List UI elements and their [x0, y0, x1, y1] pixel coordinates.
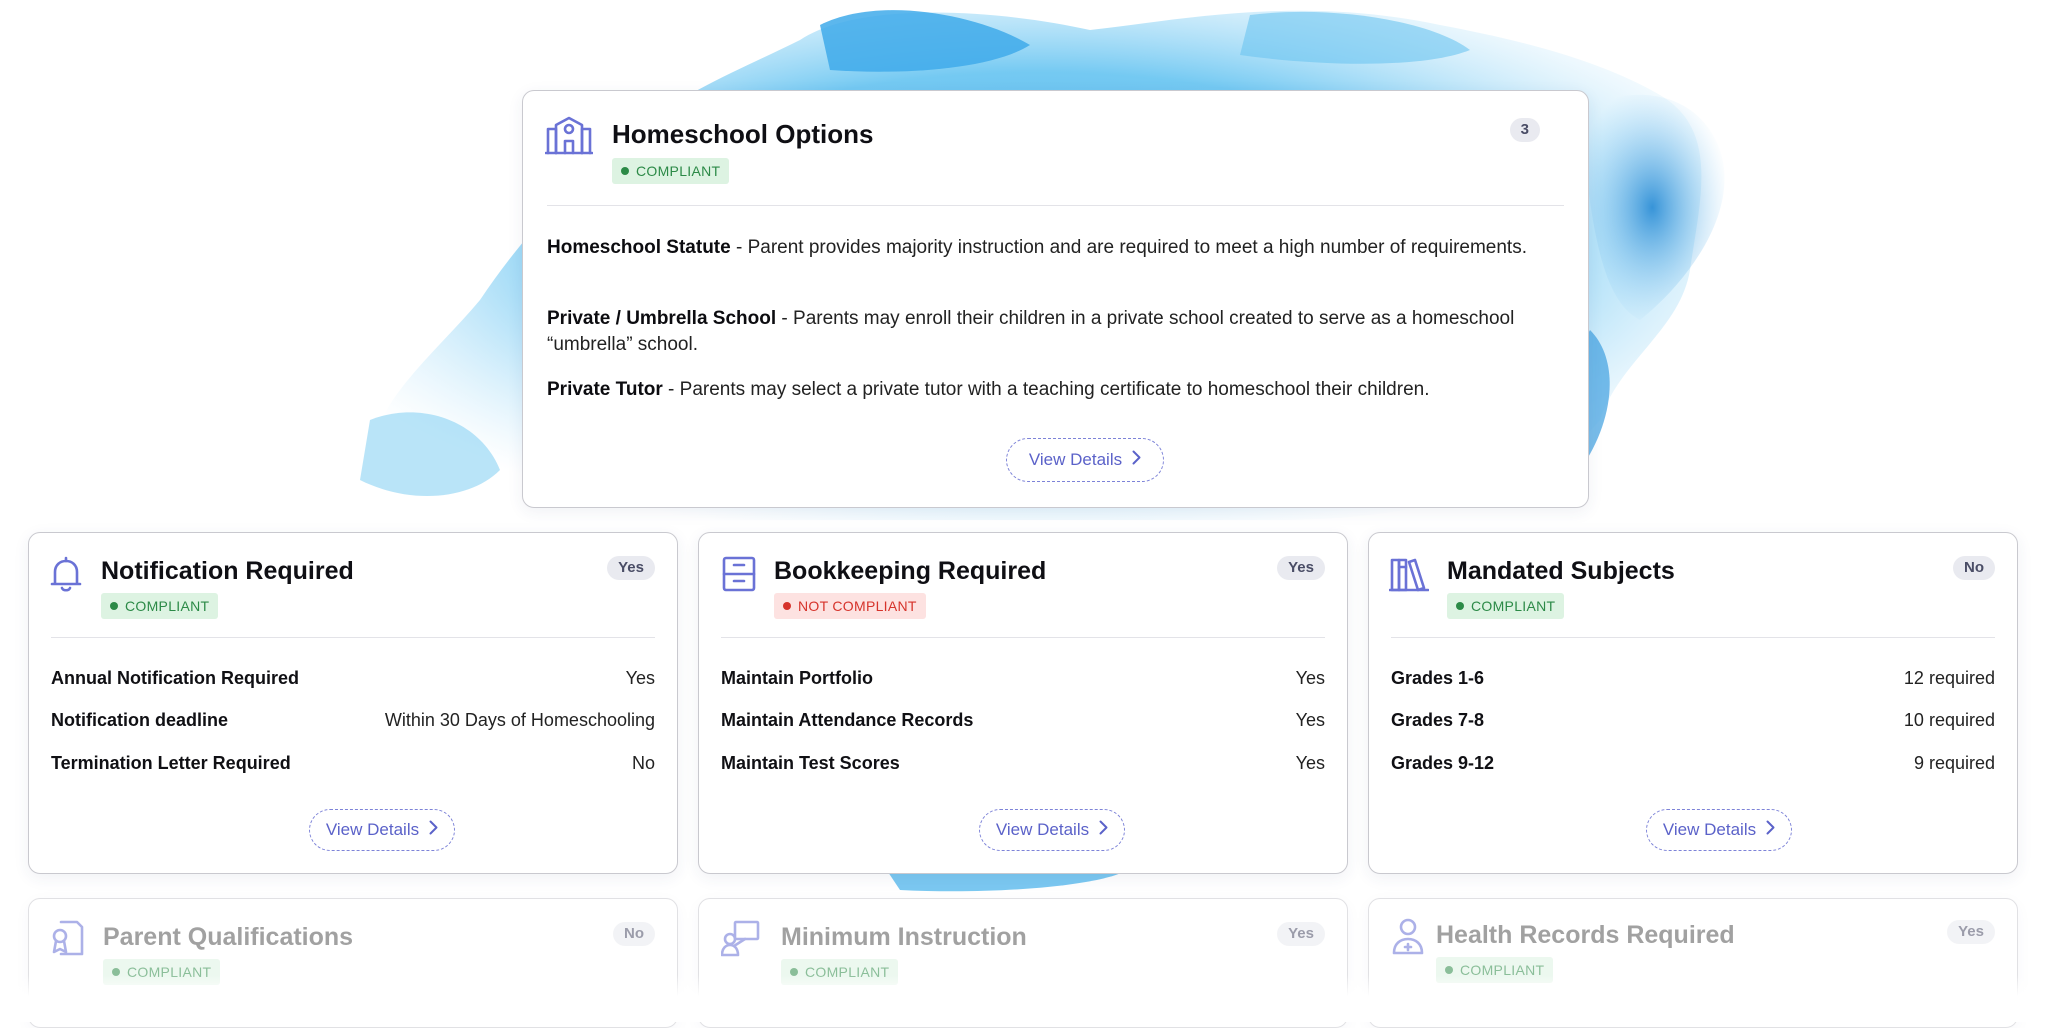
count-badge: Yes [1277, 922, 1325, 946]
status-badge-label: NOT COMPLIANT [798, 598, 917, 614]
card-title: Bookkeeping Required [774, 557, 1047, 585]
school-building-icon [545, 115, 593, 155]
card-title: Minimum Instruction [781, 923, 1027, 951]
row-value: Yes [1295, 710, 1325, 730]
row-label: Grades 7-8 [1391, 710, 1485, 730]
info-row: Annual Notification Required Yes [51, 668, 655, 694]
status-dot [1456, 602, 1464, 610]
mandated-subjects-card: Mandated Subjects COMPLIANT No Grades 1-… [1368, 532, 2018, 874]
row-value: Within 30 Days of Homeschooling [384, 710, 655, 730]
view-details-label: View Details [1662, 820, 1757, 839]
option-name: Private / Umbrella School [547, 308, 777, 329]
notification-required-card: Notification Required COMPLIANT Yes Annu… [28, 532, 678, 874]
view-details-label: View Details [1028, 450, 1123, 469]
status-badge: COMPLIANT [612, 158, 730, 184]
count-badge: Yes [1277, 556, 1325, 580]
row-label: Notification deadline [51, 710, 229, 730]
homeschool-options-card: Homeschool Options COMPLIANT 3 Homeschoo… [522, 90, 1589, 508]
row-value: No [631, 753, 655, 773]
row-value: Yes [1295, 753, 1325, 773]
divider [721, 637, 1325, 638]
count-badge: Yes [607, 556, 655, 580]
bottom-fade-overlay [0, 975, 2049, 1022]
row-label: Grades 9-12 [1391, 753, 1495, 773]
row-value: 10 required [1903, 710, 1995, 730]
info-row: Termination Letter Required No [51, 753, 655, 779]
row-label: Termination Letter Required [51, 753, 291, 773]
divider [51, 637, 655, 638]
card-title: Homeschool Options [612, 119, 874, 149]
row-label: Maintain Portfolio [721, 668, 873, 688]
count-badge: 3 [1509, 118, 1540, 142]
row-value: Yes [1295, 668, 1325, 688]
row-label: Maintain Attendance Records [721, 710, 974, 730]
view-details-button[interactable]: View Details [309, 809, 455, 851]
divider [547, 205, 1564, 206]
status-badge: COMPLIANT [1447, 593, 1565, 619]
info-row: Notification deadline Within 30 Days of … [51, 710, 655, 736]
option-description: - Parents may select a private tutor wit… [662, 379, 1430, 400]
view-details-button[interactable]: View Details [1646, 809, 1792, 851]
card-title: Notification Required [101, 557, 354, 585]
status-badge-label: COMPLIANT [636, 163, 721, 179]
count-badge: No [1953, 556, 1995, 580]
bell-icon [49, 555, 83, 593]
info-row: Grades 7-8 10 required [1391, 710, 1995, 736]
info-row: Grades 9-12 9 required [1391, 753, 1995, 779]
medical-person-icon [1391, 917, 1425, 955]
row-value: 9 required [1913, 753, 1995, 773]
option-name: Private Tutor [547, 379, 663, 400]
bookkeeping-required-card: Bookkeeping Required NOT COMPLIANT Yes M… [698, 532, 1348, 874]
view-details-label: View Details [995, 820, 1090, 839]
option-description: - Parent provides majority instruction a… [730, 237, 1527, 258]
card-title: Parent Qualifications [103, 923, 354, 951]
info-row: Maintain Attendance Records Yes [721, 710, 1325, 736]
status-badge: COMPLIANT [101, 593, 219, 619]
certificate-icon [49, 919, 85, 957]
books-icon [1389, 555, 1429, 593]
status-badge-label: COMPLIANT [1471, 598, 1556, 614]
view-details-button[interactable]: View Details [1006, 438, 1164, 482]
status-badge-label: COMPLIANT [125, 598, 210, 614]
row-value: 12 required [1903, 668, 1995, 688]
card-title: Health Records Required [1436, 921, 1735, 949]
info-row: Grades 1-6 12 required [1391, 668, 1995, 694]
option-homeschool-statute: Homeschool Statute - Parent provides maj… [547, 235, 1548, 261]
chevron-right-icon [1766, 820, 1775, 840]
row-label: Grades 1-6 [1391, 668, 1485, 688]
card-title: Mandated Subjects [1447, 557, 1675, 585]
status-dot [110, 602, 118, 610]
view-details-label: View Details [325, 820, 420, 839]
status-dot [783, 602, 791, 610]
status-badge: NOT COMPLIANT [774, 593, 926, 619]
teacher-board-icon [721, 919, 761, 957]
chevron-right-icon [1099, 820, 1108, 840]
status-dot [621, 167, 629, 175]
option-private-tutor: Private Tutor - Parents may select a pri… [547, 377, 1548, 403]
row-label: Annual Notification Required [51, 668, 300, 688]
info-row: Maintain Portfolio Yes [721, 668, 1325, 694]
divider [1391, 637, 1995, 638]
view-details-button[interactable]: View Details [979, 809, 1125, 851]
status-dot [1445, 966, 1453, 974]
row-label: Maintain Test Scores [721, 753, 900, 773]
chevron-right-icon [1132, 450, 1141, 470]
info-row: Maintain Test Scores Yes [721, 753, 1325, 779]
chevron-right-icon [429, 820, 438, 840]
row-value: Yes [625, 668, 655, 688]
file-cabinet-icon [721, 555, 757, 593]
count-badge: Yes [1947, 920, 1995, 944]
option-private-umbrella-school: Private / Umbrella School - Parents may … [547, 306, 1548, 358]
count-badge: No [613, 922, 655, 946]
option-name: Homeschool Statute [547, 237, 731, 258]
